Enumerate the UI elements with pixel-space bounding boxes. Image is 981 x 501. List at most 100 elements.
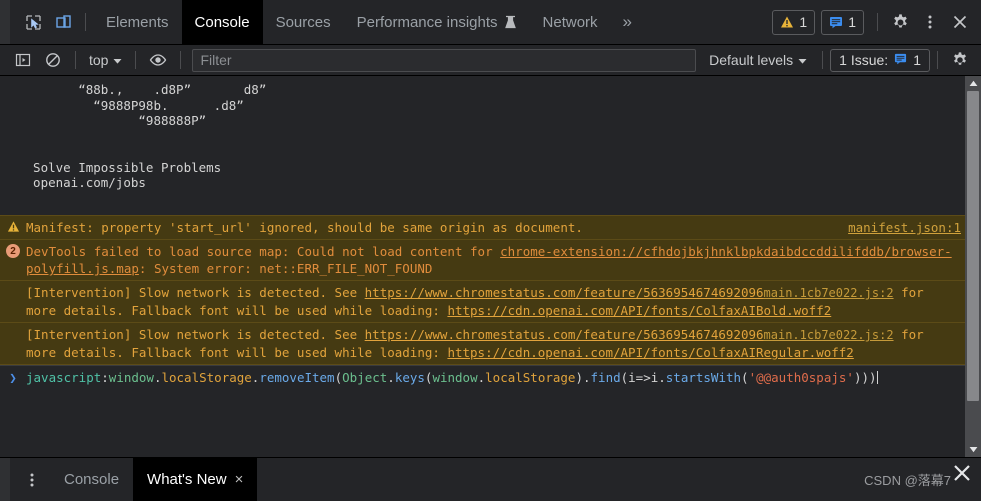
console-scrollbar[interactable]	[965, 76, 981, 457]
drawer-tab-whats-new[interactable]: What's New ×	[133, 458, 258, 501]
console-toolbar: top Default levels 1 Issue:	[0, 45, 981, 76]
tab-console[interactable]: Console	[181, 0, 263, 44]
message-gutter	[0, 284, 26, 319]
more-vertical-icon[interactable]	[915, 8, 945, 36]
experiment-beaker-icon	[504, 15, 517, 29]
warning-count-badge[interactable]: 1	[772, 9, 816, 35]
console-toolbar-divider-3	[180, 51, 182, 69]
message-count-badge[interactable]: 1	[821, 9, 864, 35]
execution-context-selector[interactable]: top	[83, 52, 128, 68]
prompt-arrow-icon: ❯	[9, 370, 17, 385]
tab-elements-label: Elements	[106, 13, 169, 31]
chevron-down-icon	[798, 52, 807, 68]
tab-performance-insights-label: Performance insights	[356, 13, 498, 31]
scrollbar-track[interactable]	[965, 91, 981, 442]
close-icon[interactable]: ×	[235, 471, 244, 488]
warning-message-text: Manifest: property 'start_url' ignored, …	[26, 220, 583, 235]
issues-button[interactable]: 1 Issue: 1	[830, 48, 930, 72]
code-token: startsWith	[665, 370, 742, 385]
error-message-text: DevTools failed to load source map: Coul…	[26, 243, 961, 277]
log-levels-selector[interactable]: Default levels	[701, 52, 815, 68]
code-token: find	[590, 370, 621, 385]
code-token: .	[477, 370, 486, 385]
console-sidebar-icon[interactable]	[8, 46, 38, 74]
console-prompt[interactable]: ❯ javascript:window.localStorage.removeI…	[0, 365, 981, 389]
tab-elements[interactable]: Elements	[93, 0, 182, 44]
code-token: keys	[394, 370, 425, 385]
gear-icon[interactable]	[885, 8, 915, 36]
intervention-message-text: [Intervention] Slow network is detected.…	[26, 326, 961, 361]
console-message-warning[interactable]: Manifest: property 'start_url' ignored, …	[0, 215, 981, 240]
console-message-area[interactable]: “88b., .d8P” d8” “9888P98b. .d8” “988888…	[0, 76, 981, 457]
message-source-link[interactable]: main.1cb7e022.js:2	[764, 286, 894, 300]
toolbar-right-controls: 1 1	[772, 0, 981, 44]
error-message-prefix: DevTools failed to load source map: Coul…	[26, 244, 501, 259]
toolbar-divider-right	[877, 13, 878, 31]
device-toolbar-icon[interactable]	[48, 8, 78, 36]
issues-count: 1	[913, 52, 921, 68]
code-token: Object	[342, 370, 388, 385]
warning-triangle-icon	[0, 219, 26, 236]
more-tabs-button[interactable]: »	[611, 0, 644, 44]
drawer-left-rail	[0, 458, 10, 501]
speech-bubble-icon	[830, 17, 843, 29]
watermark-close-icon[interactable]	[951, 462, 973, 489]
console-filter-input[interactable]	[192, 48, 697, 72]
inspect-cursor-icon[interactable]	[18, 8, 48, 36]
issues-label: 1 Issue:	[839, 52, 889, 68]
devtools-drawer: Console What's New × CSDN @落幕7	[0, 457, 981, 501]
drawer-tab-whats-new-label: What's New	[147, 471, 227, 488]
tab-network-label: Network	[542, 13, 598, 31]
execution-context-label: top	[89, 52, 109, 68]
tab-console-label: Console	[194, 13, 250, 31]
code-token: .	[387, 370, 395, 385]
code-token: window	[108, 370, 154, 385]
console-toolbar-divider-5	[937, 51, 938, 69]
console-toolbar-divider-1	[75, 51, 76, 69]
console-toolbar-divider-4	[822, 51, 824, 69]
error-message-suffix: : System error: net::ERR_FILE_NOT_FOUND	[138, 261, 433, 276]
drawer-more-vertical-icon[interactable]	[10, 458, 50, 501]
devtools-main-toolbar: Elements Console Sources Performance ins…	[0, 0, 981, 45]
code-token: window	[432, 370, 478, 385]
scroll-up-arrow-icon[interactable]	[965, 76, 981, 91]
warning-triangle-icon	[781, 16, 794, 28]
scroll-down-arrow-icon[interactable]	[965, 442, 981, 457]
live-expression-eye-icon[interactable]	[143, 46, 173, 74]
left-rail	[0, 0, 10, 44]
code-token: '@@auth0spajs'	[748, 370, 854, 385]
watermark-text: CSDN @落幕7	[864, 473, 951, 488]
intervention-prefix: [Intervention] Slow network is detected.…	[26, 285, 365, 300]
error-count-badge: 2	[0, 243, 26, 277]
console-prompt-input[interactable]: javascript:window.localStorage.removeIte…	[26, 369, 961, 386]
console-message-error[interactable]: 2 DevTools failed to load source map: Co…	[0, 239, 981, 281]
console-message-intervention[interactable]: [Intervention] Slow network is detected.…	[0, 322, 981, 365]
message-source-link[interactable]: main.1cb7e022.js:2	[764, 328, 894, 342]
toolbar-divider	[85, 13, 86, 31]
console-message-intervention[interactable]: [Intervention] Slow network is detected.…	[0, 280, 981, 323]
drawer-tab-console[interactable]: Console	[50, 458, 133, 501]
font-url-link[interactable]: https://cdn.openai.com/API/fonts/ColfaxA…	[447, 345, 853, 360]
text-caret	[876, 371, 878, 384]
chromestatus-link[interactable]: https://www.chromestatus.com/feature/563…	[365, 285, 764, 300]
chevron-down-icon	[113, 52, 122, 68]
console-toolbar-divider-2	[135, 51, 137, 69]
message-source-link[interactable]: manifest.json:1	[848, 219, 961, 236]
intervention-message-text: [Intervention] Slow network is detected.…	[26, 284, 961, 319]
chromestatus-link[interactable]: https://www.chromestatus.com/feature/563…	[365, 327, 764, 342]
tab-sources[interactable]: Sources	[263, 0, 344, 44]
error-count-value: 2	[6, 244, 20, 258]
tab-performance-insights[interactable]: Performance insights	[344, 0, 530, 44]
message-gutter	[0, 326, 26, 361]
scrollbar-thumb[interactable]	[967, 91, 979, 401]
code-token: removeItem	[259, 370, 335, 385]
clear-console-icon[interactable]	[38, 46, 68, 74]
toolbar-left-icons	[10, 0, 93, 44]
console-settings-gear-icon[interactable]	[945, 46, 975, 74]
font-url-link[interactable]: https://cdn.openai.com/API/fonts/ColfaxA…	[447, 303, 831, 318]
close-devtools-icon[interactable]	[945, 8, 975, 36]
code-token: (	[334, 370, 343, 385]
tab-network[interactable]: Network	[530, 0, 611, 44]
devtools-window: Elements Console Sources Performance ins…	[0, 0, 981, 501]
drawer-tab-console-label: Console	[64, 471, 120, 488]
